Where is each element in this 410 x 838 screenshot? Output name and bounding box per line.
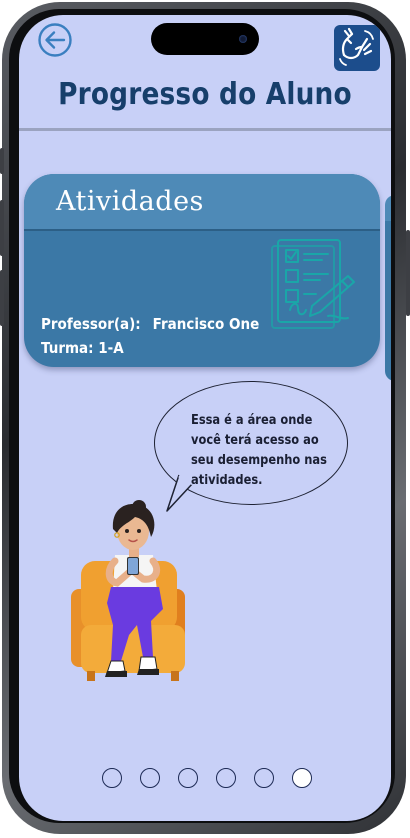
card-class: Turma: 1-A (41, 339, 124, 357)
pagination-dots (102, 768, 312, 790)
activities-card[interactable]: Atividades Professor(a): Francisco One T… (24, 174, 380, 367)
volume-up-button (0, 200, 4, 256)
app-screen: Progresso do Aluno Atividades Professor(… (19, 15, 391, 821)
page-dot-3[interactable] (178, 768, 198, 788)
card-teacher: Professor(a): Francisco One (41, 315, 259, 333)
mute-switch (0, 148, 4, 174)
teacher-label: Professor(a): (41, 315, 141, 333)
next-card-peek[interactable] (385, 195, 391, 381)
volume-down-button (0, 270, 4, 326)
activity-checklist-icon (271, 239, 355, 329)
page-dot-2[interactable] (140, 768, 160, 788)
assistant-message: Essa é a área onde você terá acesso ao s… (191, 413, 327, 488)
page-dot-1[interactable] (102, 768, 122, 788)
arrow-left-circle-icon (38, 23, 72, 57)
header-divider (19, 128, 391, 131)
page-dot-6[interactable] (292, 768, 312, 788)
power-button (406, 230, 410, 316)
student-avatar (71, 500, 185, 681)
sign-language-button[interactable] (334, 25, 380, 71)
page-dot-4[interactable] (216, 768, 236, 788)
sign-language-icon (339, 27, 374, 66)
back-button[interactable] (38, 23, 72, 57)
teacher-name: Francisco One (152, 315, 260, 333)
page-dot-5[interactable] (254, 768, 274, 788)
card-title: Atividades (56, 186, 204, 217)
page-title: Progresso do Aluno (58, 77, 352, 112)
front-camera (239, 35, 247, 43)
